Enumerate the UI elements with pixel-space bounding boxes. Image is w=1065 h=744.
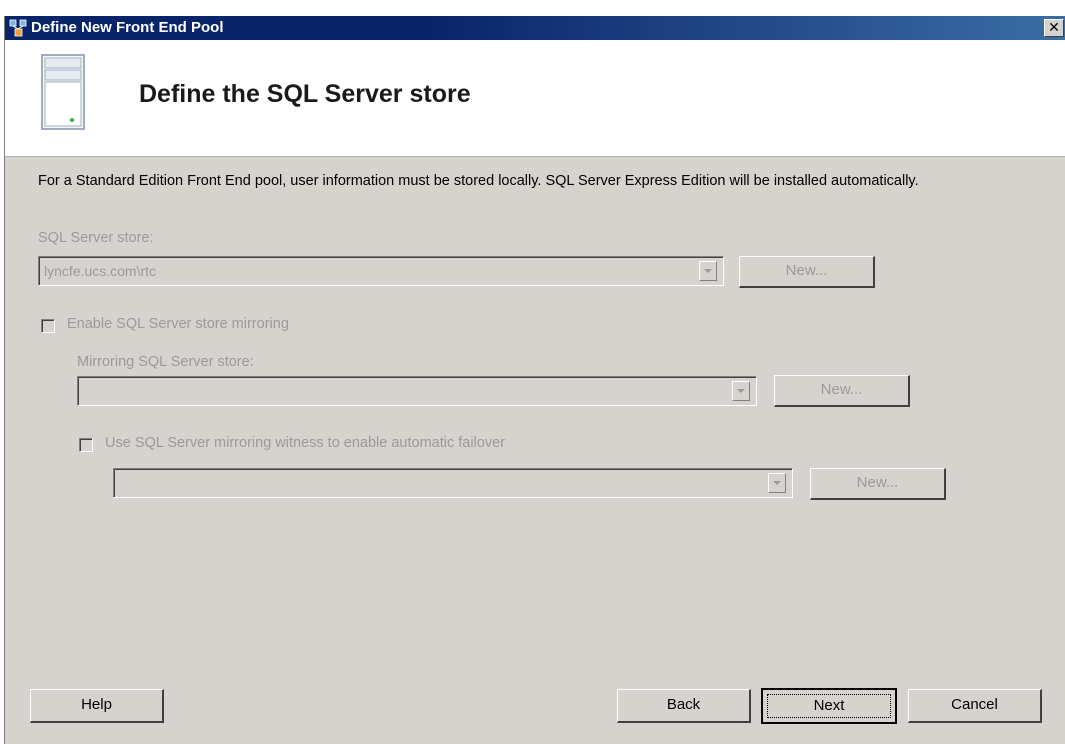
close-icon: ✕	[1048, 19, 1060, 35]
pool-topology-icon	[9, 19, 27, 37]
title-bar[interactable]: Define New Front End Pool ✕	[5, 16, 1065, 40]
sql-server-store-combobox[interactable]: lyncfe.ucs.com\rtc	[38, 256, 724, 286]
next-button-label: Next	[813, 697, 845, 714]
sql-store-new-button[interactable]: New...	[739, 256, 875, 288]
back-button[interactable]: Back	[617, 689, 751, 723]
witness-store-combobox[interactable]	[113, 468, 793, 498]
cancel-button[interactable]: Cancel	[908, 689, 1042, 723]
sql-server-store-value: lyncfe.ucs.com\rtc	[44, 263, 157, 279]
sql-server-store-label: SQL Server store:	[38, 230, 154, 246]
mirroring-store-new-label: New...	[820, 381, 863, 398]
help-button[interactable]: Help	[30, 689, 164, 723]
chevron-down-icon[interactable]	[699, 261, 717, 281]
page-title: Define the SQL Server store	[139, 80, 471, 108]
enable-mirroring-checkbox[interactable]	[41, 319, 55, 333]
server-icon	[41, 54, 85, 130]
chevron-down-icon[interactable]	[732, 381, 750, 401]
witness-new-button[interactable]: New...	[810, 468, 946, 500]
close-button[interactable]: ✕	[1044, 19, 1064, 37]
witness-new-label: New...	[856, 474, 899, 491]
enable-mirroring-label[interactable]: Enable SQL Server store mirroring	[67, 316, 289, 332]
next-button[interactable]: Next	[761, 688, 897, 724]
mirroring-store-new-button[interactable]: New...	[774, 375, 910, 407]
chevron-down-icon[interactable]	[768, 473, 786, 493]
sql-store-new-label: New...	[785, 262, 828, 279]
description-text: For a Standard Edition Front End pool, u…	[38, 173, 919, 189]
window-title: Define New Front End Pool	[31, 19, 224, 36]
mirroring-store-combobox[interactable]	[77, 376, 757, 406]
back-button-label: Back	[666, 696, 701, 713]
cancel-button-label: Cancel	[951, 696, 998, 713]
wizard-header: Define the SQL Server store	[5, 40, 1065, 157]
use-witness-checkbox[interactable]	[79, 438, 93, 452]
mirroring-store-label: Mirroring SQL Server store:	[77, 354, 254, 370]
dialog-window: Define New Front End Pool ✕ Define the S…	[4, 16, 1065, 744]
help-button-label: Help	[81, 696, 112, 713]
use-witness-label[interactable]: Use SQL Server mirroring witness to enab…	[105, 435, 505, 451]
